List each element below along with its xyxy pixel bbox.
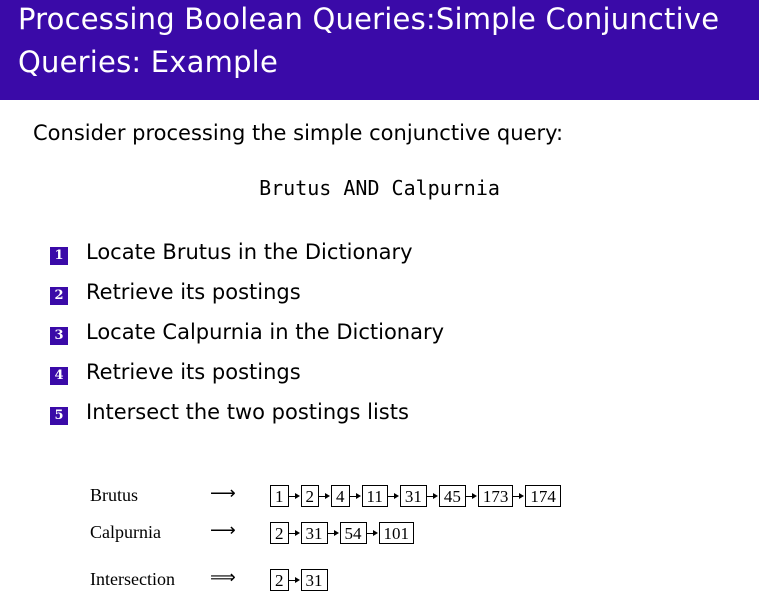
- posting-box: 2: [270, 522, 289, 544]
- posting-box: 31: [399, 485, 427, 507]
- pointer-arrow-icon: ⟶: [210, 520, 236, 540]
- postings-figure: Brutus ⟶ 1 2 4 11 31 45 173 174 Calpurnia ⟶ 2 31…: [90, 483, 690, 593]
- slide-title-line-2: Queries: Example: [18, 45, 278, 79]
- query-text: Brutus AND Calpurnia: [259, 176, 500, 200]
- posting-box: 4: [331, 485, 350, 507]
- pointer-arrow-icon: ⟶: [210, 483, 236, 503]
- link-arrow-icon: [426, 485, 439, 507]
- link-arrow-icon: [387, 485, 400, 507]
- link-arrow-icon: [513, 485, 525, 507]
- step-text: Retrieve its postings: [86, 280, 301, 304]
- posting-box: 31: [300, 569, 328, 591]
- link-arrow-icon: [288, 569, 301, 591]
- posting-box: 11: [361, 485, 388, 507]
- slide-header: Processing Boolean Queries:Simple Conjun…: [0, 0, 759, 100]
- link-arrow-icon: [349, 485, 362, 507]
- posting-box: 31: [300, 522, 328, 544]
- link-arrow-icon: [465, 485, 478, 507]
- posting-box: 173: [477, 485, 514, 507]
- link-arrow-icon: [319, 485, 331, 507]
- posting-box: 2: [270, 569, 289, 591]
- link-arrow-icon: [327, 522, 340, 544]
- row-label: Intersection: [90, 569, 175, 589]
- postings-chain: 2 31 54 101: [270, 520, 414, 546]
- posting-box: 54: [339, 522, 367, 544]
- step-text: Retrieve its postings: [86, 360, 301, 384]
- link-arrow-icon: [288, 485, 301, 507]
- step-text: Intersect the two postings lists: [86, 400, 409, 424]
- postings-chain: 2 31: [270, 567, 328, 593]
- posting-box: 101: [378, 522, 414, 544]
- posting-box: 1: [270, 485, 289, 507]
- slide-title-line-1: Processing Boolean Queries:Simple Conjun…: [18, 2, 720, 36]
- step-number: 2: [50, 287, 68, 305]
- postings-chain: 1 2 4 11 31 45 173 174: [270, 483, 561, 509]
- link-arrow-icon: [366, 522, 379, 544]
- step-number: 5: [50, 407, 68, 425]
- posting-box: 45: [438, 485, 466, 507]
- step-number: 1: [50, 247, 68, 265]
- posting-box: 2: [300, 485, 319, 507]
- row-label: Calpurnia: [90, 522, 161, 542]
- row-label: Brutus: [90, 485, 139, 505]
- intro-text: Consider processing the simple conjuncti…: [33, 121, 564, 145]
- step-text: Locate Calpurnia in the Dictionary: [86, 320, 445, 344]
- step-number: 4: [50, 367, 68, 385]
- implies-arrow-icon: ⟹: [210, 567, 236, 587]
- step-number: 3: [50, 327, 68, 345]
- link-arrow-icon: [288, 522, 301, 544]
- step-text: Locate Brutus in the Dictionary: [86, 240, 413, 264]
- posting-box: 174: [525, 485, 561, 507]
